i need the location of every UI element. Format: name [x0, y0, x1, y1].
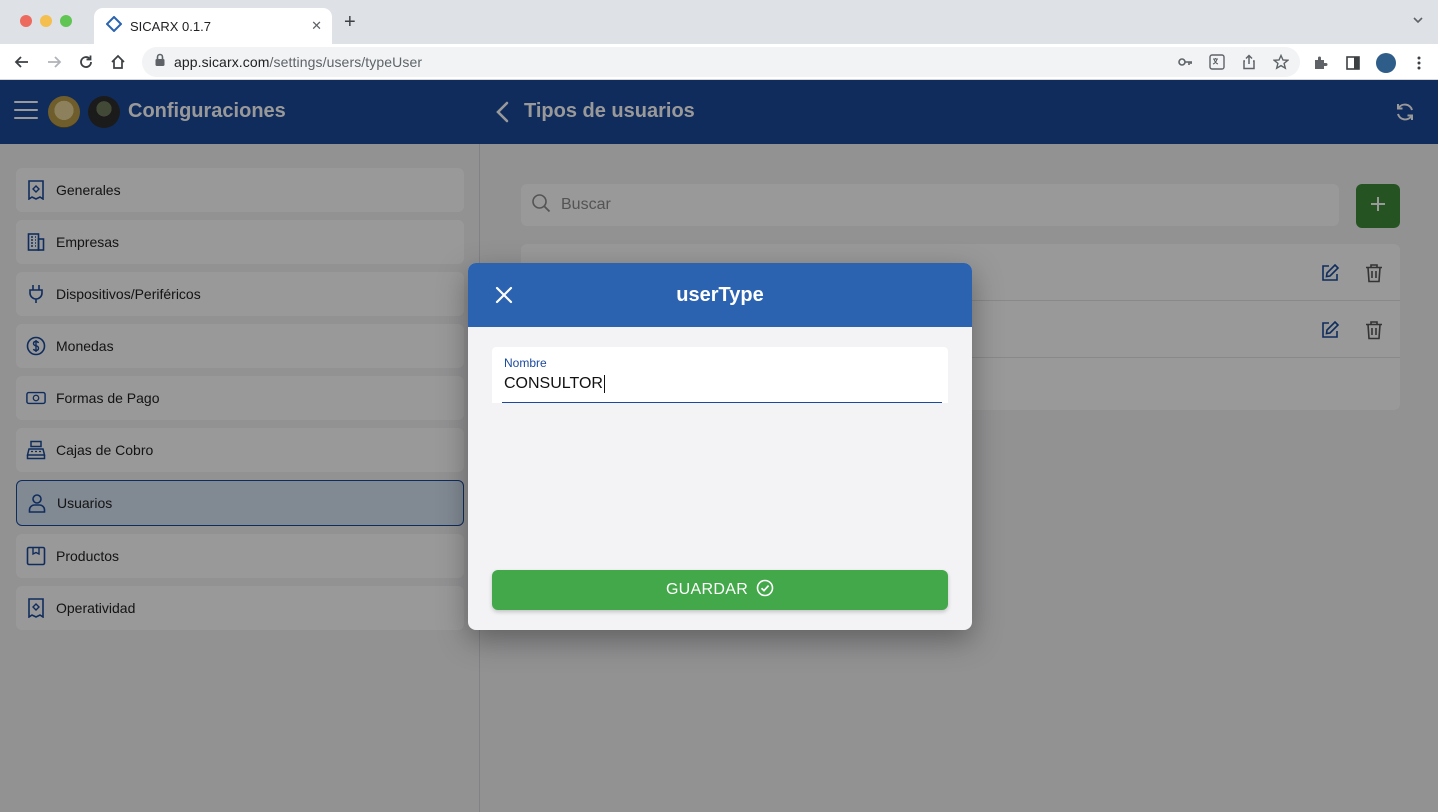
browser-tabbar: SICARX 0.1.7 ✕ + — [0, 0, 1438, 44]
modal-title: userType — [676, 284, 764, 306]
tab-search-chevron-icon[interactable] — [1412, 14, 1424, 29]
more-vertical-icon[interactable] — [1410, 54, 1428, 72]
nombre-input[interactable]: CONSULTOR — [504, 375, 605, 393]
browser-tab[interactable]: SICARX 0.1.7 ✕ — [94, 8, 332, 44]
tab-close-icon[interactable]: ✕ — [311, 18, 322, 34]
home-icon[interactable] — [108, 52, 128, 72]
nombre-field[interactable]: Nombre CONSULTOR — [492, 347, 948, 403]
browser-toolbar: app.sicarx.com/settings/users/typeUser — [0, 44, 1438, 80]
check-circle-icon — [756, 579, 774, 602]
sicarx-favicon-icon — [105, 15, 123, 37]
star-icon[interactable] — [1272, 53, 1290, 71]
profile-avatar[interactable] — [1376, 53, 1396, 73]
forward-arrow-icon[interactable] — [44, 52, 64, 72]
save-button[interactable]: GUARDAR — [492, 570, 948, 610]
user-type-modal: userType Nombre CONSULTOR GUARDAR — [468, 263, 972, 630]
side-panel-icon[interactable] — [1344, 54, 1362, 72]
close-window-button[interactable] — [20, 15, 32, 27]
extensions-icon[interactable] — [1312, 54, 1330, 72]
field-underline — [502, 402, 942, 403]
nombre-label: Nombre — [504, 356, 547, 370]
back-arrow-icon[interactable] — [12, 52, 32, 72]
url-text: app.sicarx.com/settings/users/typeUser — [174, 54, 422, 70]
lock-icon — [154, 53, 166, 72]
reload-icon[interactable] — [76, 52, 96, 72]
tab-title: SICARX 0.1.7 — [130, 18, 211, 34]
maximize-window-button[interactable] — [60, 15, 72, 27]
translate-icon[interactable] — [1208, 53, 1226, 71]
minimize-window-button[interactable] — [40, 15, 52, 27]
modal-header: userType — [468, 263, 972, 327]
key-icon[interactable] — [1176, 53, 1194, 71]
save-label: GUARDAR — [665, 581, 749, 598]
nombre-value: CONSULTOR — [504, 375, 603, 392]
new-tab-button[interactable]: + — [344, 12, 356, 32]
address-bar[interactable]: app.sicarx.com/settings/users/typeUser — [142, 47, 1300, 77]
url-domain: app.sicarx.com — [174, 54, 270, 70]
share-icon[interactable] — [1240, 53, 1258, 71]
url-path: /settings/users/typeUser — [269, 54, 423, 70]
text-caret — [603, 375, 605, 393]
